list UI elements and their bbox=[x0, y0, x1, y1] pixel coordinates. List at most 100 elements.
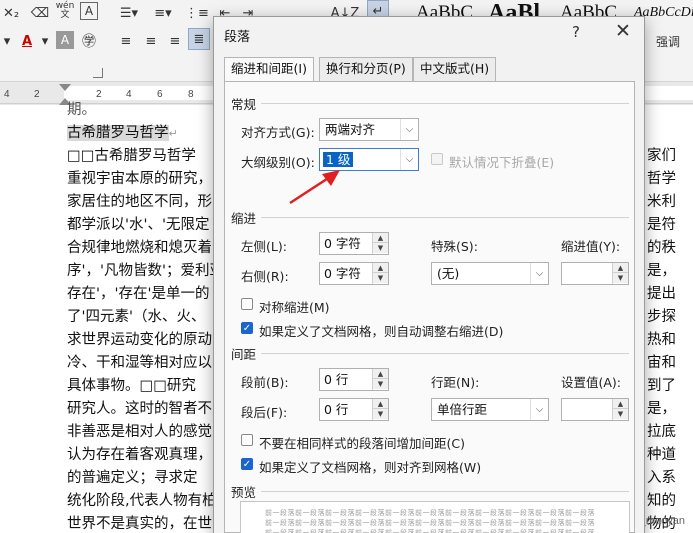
spin-down-icon[interactable]: ▼ bbox=[373, 273, 388, 283]
indent-right-label: 右侧(R): bbox=[241, 269, 289, 284]
section-indent: 缩进 bbox=[231, 211, 257, 226]
preview-line: 前一段落前一段落前一段落前一段落前一段落前一段落前一段落前一段落前一段落前一段落… bbox=[265, 519, 595, 527]
spin-down-icon[interactable]: ▼ bbox=[373, 379, 388, 389]
indent-left-label: 左侧(L): bbox=[241, 239, 287, 254]
stepper-buttons: ▲ ▼ bbox=[612, 263, 628, 284]
align-center-icon[interactable]: ≡ bbox=[141, 30, 161, 52]
align-left-icon[interactable]: ≡ bbox=[116, 30, 136, 52]
font-size-dropdown-icon[interactable]: ▾ bbox=[0, 30, 14, 52]
tab-panel: 常规 对齐方式(G): 两端对齐 ⌵ 大纲级别(O): 1 级 ⌵ 默认情况下折… bbox=[224, 81, 635, 533]
heading-text: 古希腊罗马哲学 bbox=[67, 125, 169, 141]
spin-down-icon[interactable]: ▼ bbox=[613, 409, 628, 419]
spin-up-icon[interactable]: ▲ bbox=[373, 399, 388, 409]
stepper-buttons: ▲ ▼ bbox=[372, 263, 388, 284]
alignment-select[interactable]: 两端对齐 ⌵ bbox=[319, 118, 419, 141]
line-spacing-value: 单倍行距 bbox=[437, 402, 488, 417]
spin-down-icon[interactable]: ▼ bbox=[373, 243, 388, 253]
no-space-same-style-label: 不要在相同样式的段落间增加间距(C) bbox=[259, 436, 465, 451]
paragraph-dialog: 段落 ? ✕ 缩进和间距(I) 换行和分页(P) 中文版式(H) 常规 对齐方式… bbox=[213, 16, 645, 533]
mirror-indent-label: 对称缩进(M) bbox=[259, 300, 330, 315]
pinyin-guide-button[interactable]: wén 文 bbox=[54, 0, 76, 22]
paragraph-launcher-icon[interactable] bbox=[93, 68, 103, 78]
doc-fragment: 的秩 bbox=[647, 240, 676, 256]
special-indent-value: (无) bbox=[437, 266, 460, 281]
multilevel-list-icon[interactable]: ⋮≡ bbox=[184, 2, 210, 24]
doc-fragment: 是， bbox=[647, 263, 676, 279]
preview-box: 前一段落前一段落前一段落前一段落前一段落前一段落前一段落前一段落前一段落前一段落… bbox=[240, 501, 630, 533]
close-icon[interactable]: ✕ bbox=[611, 20, 635, 42]
font-color-dropdown-icon[interactable]: ▾ bbox=[38, 30, 52, 52]
section-preview: 预览 bbox=[231, 485, 257, 500]
collapse-default-label: 默认情况下折叠(E) bbox=[449, 155, 555, 170]
doc-fragment: 入系 bbox=[647, 470, 676, 486]
help-icon[interactable]: ? bbox=[572, 23, 580, 41]
no-space-same-style-checkbox[interactable] bbox=[241, 434, 253, 446]
alignment-label: 对齐方式(G): bbox=[241, 125, 315, 140]
tab-asian-typography[interactable]: 中文版式(H) bbox=[413, 57, 497, 81]
space-after-label: 段后(F): bbox=[241, 405, 288, 420]
line-spacing-select[interactable]: 单倍行距 ⌵ bbox=[431, 398, 549, 421]
doc-fragment: 提出 bbox=[647, 286, 676, 302]
alignment-value: 两端对齐 bbox=[325, 122, 376, 137]
space-before-label: 段前(B): bbox=[241, 375, 289, 390]
font-color-icon[interactable]: A bbox=[16, 30, 38, 52]
chevron-down-icon: ⌵ bbox=[400, 119, 418, 140]
doc-fragment: 是符 bbox=[647, 217, 676, 233]
indent-by-stepper[interactable]: ▲ ▼ bbox=[561, 262, 629, 285]
ruler-tick: 4 bbox=[4, 89, 10, 100]
spin-up-icon[interactable]: ▲ bbox=[613, 399, 628, 409]
spacing-at-label: 设置值(A): bbox=[561, 375, 622, 390]
subscript-icon[interactable]: ✕₂ bbox=[2, 2, 20, 24]
clear-format-icon[interactable]: ⌫ bbox=[30, 2, 50, 24]
section-spacing: 间距 bbox=[231, 347, 257, 362]
snap-to-grid-checkbox[interactable]: ✓ bbox=[241, 458, 253, 470]
indent-right-value: 0 字符 bbox=[324, 266, 361, 281]
chevron-down-icon: ⌵ bbox=[530, 399, 548, 420]
section-divider bbox=[261, 491, 629, 492]
bullets-icon[interactable]: ☰▾ bbox=[116, 2, 142, 24]
section-divider bbox=[261, 353, 629, 354]
char-shading-icon[interactable]: A bbox=[56, 31, 74, 49]
spin-up-icon[interactable]: ▲ bbox=[613, 263, 628, 273]
align-right-icon[interactable]: ≡ bbox=[165, 30, 185, 52]
doc-fragment: 拉底 bbox=[647, 424, 676, 440]
emphasis-style-label[interactable]: 强调 bbox=[648, 30, 688, 52]
spin-up-icon[interactable]: ▲ bbox=[373, 369, 388, 379]
outline-level-select[interactable]: 1 级 ⌵ bbox=[319, 148, 419, 171]
indent-left-stepper[interactable]: 0 字符 ▲ ▼ bbox=[319, 232, 389, 255]
char-border-icon[interactable]: A bbox=[80, 2, 98, 20]
tab-indents-spacing[interactable]: 缩进和间距(I) bbox=[224, 57, 314, 82]
doc-fragment: 家们 bbox=[647, 148, 676, 164]
tab-line-page-breaks[interactable]: 换行和分页(P) bbox=[319, 57, 413, 81]
auto-adjust-indent-checkbox[interactable]: ✓ bbox=[241, 322, 253, 334]
spacing-at-stepper[interactable]: ▲ ▼ bbox=[561, 398, 629, 421]
outline-level-value: 1 级 bbox=[323, 152, 354, 167]
spin-down-icon[interactable]: ▼ bbox=[613, 273, 628, 283]
doc-fragment: 哲学 bbox=[647, 171, 676, 187]
doc-fragment: 种道 bbox=[647, 447, 676, 463]
mirror-indent-checkbox[interactable] bbox=[241, 298, 253, 310]
spin-up-icon[interactable]: ▲ bbox=[373, 233, 388, 243]
auto-adjust-indent-label: 如果定义了文档网格，则自动调整右缩进(D) bbox=[259, 324, 504, 339]
collapse-default-checkbox[interactable] bbox=[431, 153, 443, 165]
spin-down-icon[interactable]: ▼ bbox=[373, 409, 388, 419]
snap-to-grid-label: 如果定义了文档网格，则对齐到网格(W) bbox=[259, 460, 482, 475]
space-before-value: 0 行 bbox=[324, 372, 349, 387]
doc-fragment: 宙和 bbox=[647, 355, 676, 371]
space-after-stepper[interactable]: 0 行 ▲ ▼ bbox=[319, 398, 389, 421]
special-indent-select[interactable]: (无) ⌵ bbox=[431, 262, 549, 285]
space-before-stepper[interactable]: 0 行 ▲ ▼ bbox=[319, 368, 389, 391]
indent-by-label: 缩进值(Y): bbox=[561, 239, 621, 254]
ruler-tick: 2 bbox=[34, 89, 40, 100]
doc-fragment: 米利 bbox=[647, 194, 676, 210]
doc-fragment: 知的 bbox=[647, 493, 676, 509]
align-justify-icon[interactable]: ≣ bbox=[188, 28, 210, 50]
doc-fragment: 是， bbox=[647, 401, 676, 417]
numbering-icon[interactable]: ≡▾ bbox=[150, 2, 176, 24]
section-divider bbox=[261, 217, 629, 218]
chevron-down-icon: ⌵ bbox=[530, 263, 548, 284]
enclose-char-icon[interactable]: ㊫ bbox=[78, 30, 100, 52]
first-line-indent-marker[interactable] bbox=[59, 84, 71, 91]
spin-up-icon[interactable]: ▲ bbox=[373, 263, 388, 273]
indent-right-stepper[interactable]: 0 字符 ▲ ▼ bbox=[319, 262, 389, 285]
